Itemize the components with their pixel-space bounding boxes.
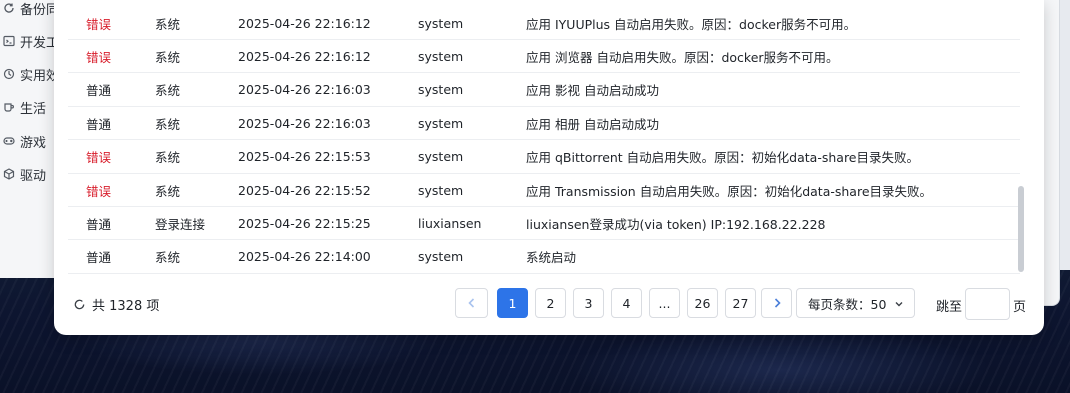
page-button[interactable]: 1 bbox=[497, 288, 528, 318]
sidebar-item-dev[interactable]: 开发工具 bbox=[0, 31, 60, 51]
log-level: 错误 bbox=[86, 16, 112, 32]
log-user: liuxiansen bbox=[418, 215, 482, 231]
table-row[interactable]: 错误 系统 2025-04-26 22:16:12 system 应用 浏览器 自动启用… bbox=[68, 40, 1020, 74]
log-message: 系统启动 bbox=[526, 250, 577, 266]
jump-label: 跳至 bbox=[936, 300, 963, 315]
table-row[interactable]: 普通 系统 2025-04-26 22:16:03 system 应用 相册 自动启动成… bbox=[68, 107, 1020, 141]
page-button[interactable]: 27 bbox=[725, 288, 756, 318]
log-time: 2025-04-26 22:16:03 bbox=[238, 115, 371, 131]
log-level: 普通 bbox=[86, 216, 112, 232]
sidebar-item-label: 生活 bbox=[20, 101, 47, 117]
log-type: 登录连接 bbox=[155, 216, 206, 232]
table-row[interactable]: 普通 系统 2025-04-26 22:14:00 system 系统启动 bbox=[68, 241, 1020, 274]
refresh-icon[interactable] bbox=[73, 298, 86, 311]
log-message: 应用 相册 自动启动成功 bbox=[526, 116, 659, 132]
log-level: 普通 bbox=[86, 83, 112, 99]
tool-icon bbox=[2, 68, 15, 81]
log-window: 错误 系统 2025-04-26 22:16:12 system 应用 IYUUPlus… bbox=[54, 0, 1044, 335]
sidebar-item-label: 驱动 bbox=[20, 168, 47, 184]
log-time: 2025-04-26 22:16:12 bbox=[238, 48, 371, 64]
background-window-edge bbox=[1044, 0, 1060, 306]
prev-page-button[interactable] bbox=[455, 288, 488, 318]
log-user: system bbox=[418, 82, 464, 98]
sidebar-item-label: 游戏 bbox=[20, 135, 47, 151]
log-user: system bbox=[418, 15, 464, 31]
sidebar-item-games[interactable]: 游戏 bbox=[0, 131, 60, 151]
log-message: 应用 qBittorrent 自动启用失败。原因：初始化data-share目录… bbox=[526, 150, 919, 166]
chevron-left-icon bbox=[467, 298, 474, 308]
log-message: 应用 浏览器 自动启用失败。原因：docker服务不可用。 bbox=[526, 49, 839, 65]
page-size-select[interactable]: 每页条数：50 bbox=[796, 288, 915, 318]
log-time: 2025-04-26 22:15:25 bbox=[238, 215, 371, 231]
cup-icon bbox=[2, 101, 15, 114]
log-type: 系统 bbox=[155, 116, 181, 132]
log-level: 错误 bbox=[86, 150, 112, 166]
sidebar-item-drivers[interactable]: 驱动 bbox=[0, 164, 60, 184]
log-message: 应用 Transmission 自动启用失败。原因：初始化data-share目… bbox=[526, 183, 933, 199]
table-row[interactable]: 错误 系统 2025-04-26 22:15:52 system 应用 Transmis… bbox=[68, 174, 1020, 207]
log-time: 2025-04-26 22:14:00 bbox=[238, 249, 371, 265]
sync-icon bbox=[2, 2, 15, 15]
page-ellipsis[interactable]: ... bbox=[649, 288, 680, 318]
log-time: 2025-04-26 22:16:12 bbox=[238, 15, 371, 31]
jump-page-input[interactable] bbox=[965, 288, 1010, 320]
log-message: liuxiansen登录成功(via token) IP:192.168.22.… bbox=[526, 216, 826, 232]
log-message: 应用 IYUUPlus 自动启用失败。原因：docker服务不可用。 bbox=[526, 16, 857, 32]
log-type: 系统 bbox=[155, 49, 181, 65]
log-type: 系统 bbox=[155, 150, 181, 166]
page-button[interactable]: 2 bbox=[535, 288, 566, 318]
log-time: 2025-04-26 22:15:52 bbox=[238, 182, 371, 198]
total-count-text: 共 1328 项 bbox=[92, 299, 160, 314]
log-time: 2025-04-26 22:16:03 bbox=[238, 82, 371, 98]
sidebar: 备份同步 开发工具 实用效率 生活 游戏 bbox=[0, 0, 60, 200]
jump-unit: 页 bbox=[1013, 300, 1027, 315]
table-row[interactable]: 错误 系统 2025-04-26 22:15:53 system 应用 qBittorr… bbox=[68, 141, 1020, 174]
chevron-down-icon bbox=[895, 302, 903, 307]
gamepad-icon bbox=[2, 135, 15, 148]
page-size-label: 每页条数：50 bbox=[808, 296, 887, 312]
log-level: 错误 bbox=[86, 49, 112, 65]
next-page-button[interactable] bbox=[761, 288, 792, 318]
log-user: system bbox=[418, 249, 464, 265]
log-level: 普通 bbox=[86, 250, 112, 266]
chevron-right-icon bbox=[774, 298, 781, 308]
table-row[interactable]: 错误 系统 2025-04-26 22:16:12 system 应用 IYUUPlus… bbox=[68, 7, 1020, 40]
log-type: 系统 bbox=[155, 183, 181, 199]
page-button[interactable]: 4 bbox=[611, 288, 642, 318]
total-count: 共 1328 项 bbox=[73, 295, 159, 314]
log-type: 系统 bbox=[155, 83, 181, 99]
sidebar-item-backup[interactable]: 备份同步 bbox=[0, 0, 60, 18]
log-level: 普通 bbox=[86, 116, 112, 132]
log-message: 应用 影视 自动启动成功 bbox=[526, 83, 659, 99]
page-button[interactable]: 3 bbox=[573, 288, 604, 318]
page-button[interactable]: 26 bbox=[687, 288, 718, 318]
log-user: system bbox=[418, 115, 464, 131]
log-level: 错误 bbox=[86, 183, 112, 199]
log-user: system bbox=[418, 182, 464, 198]
code-icon bbox=[2, 35, 15, 48]
sidebar-item-life[interactable]: 生活 bbox=[0, 97, 60, 117]
log-type: 系统 bbox=[155, 250, 181, 266]
table-footer: 共 1328 项 每页条数：50 1 2 3 4... 26 27 跳至 页 bbox=[54, 286, 1044, 322]
log-type: 系统 bbox=[155, 16, 181, 32]
log-user: system bbox=[418, 48, 464, 64]
cube-icon bbox=[2, 168, 15, 181]
table-scrollbar[interactable] bbox=[1018, 186, 1024, 272]
table-row[interactable]: 普通 登录连接 2025-04-26 22:15:25 liuxiansen liuxi… bbox=[68, 207, 1020, 241]
sidebar-item-utility[interactable]: 实用效率 bbox=[0, 64, 60, 84]
table-row[interactable]: 普通 系统 2025-04-26 22:16:03 system 应用 影视 自动启动成… bbox=[68, 74, 1020, 107]
log-user: system bbox=[418, 149, 464, 165]
log-time: 2025-04-26 22:15:53 bbox=[238, 149, 371, 165]
